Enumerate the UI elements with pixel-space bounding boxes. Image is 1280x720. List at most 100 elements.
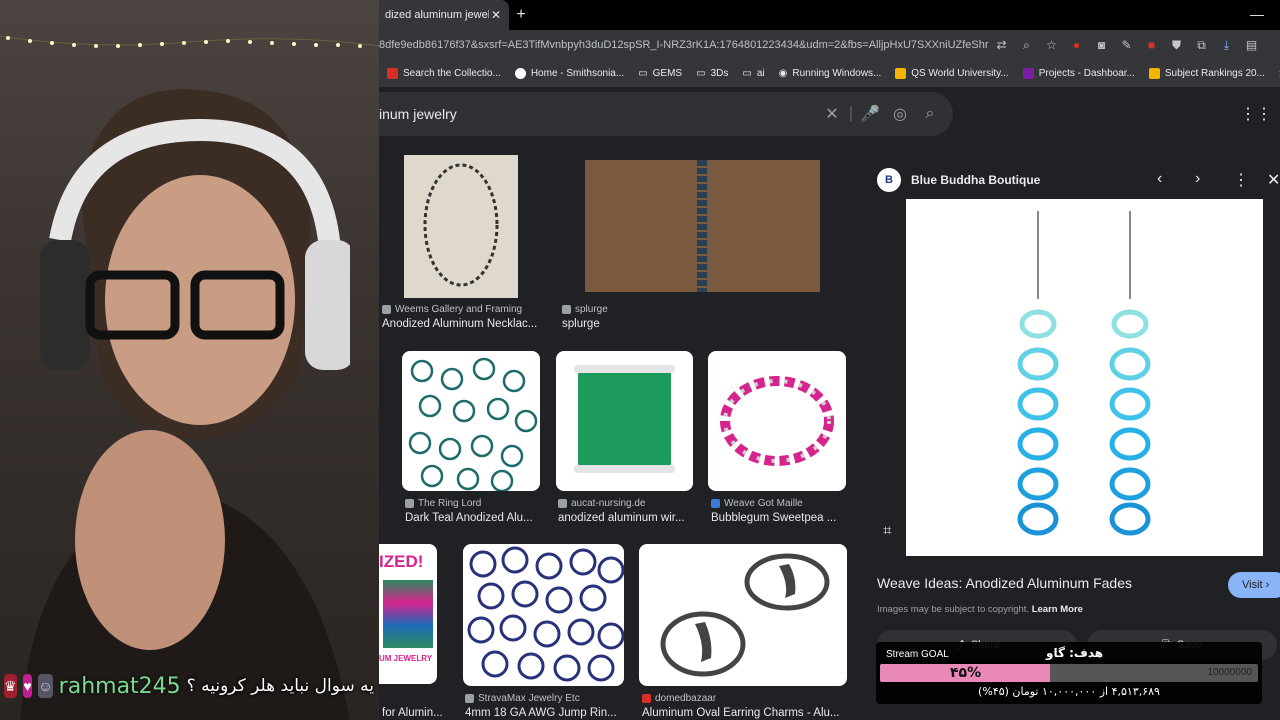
result-thumbnail[interactable] — [402, 351, 540, 491]
result-thumbnail[interactable] — [708, 351, 846, 491]
minimize-button[interactable]: — — [1250, 6, 1264, 22]
more-options-icon[interactable]: ⋮ — [1233, 170, 1249, 190]
learn-more-link[interactable]: Learn More — [1032, 604, 1083, 615]
bracelet-image — [720, 376, 834, 466]
result-source[interactable]: domedbazaar — [642, 693, 716, 704]
source-favicon-icon — [562, 305, 571, 314]
clear-icon[interactable]: ✕ — [817, 104, 847, 124]
side-panel-icon[interactable]: ▤ — [1245, 38, 1258, 52]
search-icon[interactable]: ⌕ — [915, 105, 945, 123]
tab-google-images[interactable]: dized aluminum jewelry - G ✕ — [379, 0, 509, 30]
extension-red-icon[interactable]: ● — [1070, 38, 1083, 52]
folder-icon: ▭ — [742, 68, 752, 79]
toolbar-icons: ⇄ ⌕ ☆ ● ◙ ✎ ■ ⛊ ⧉ ⤓ ▤ — [995, 38, 1258, 52]
search-row: inum jewelry ✕ | 🎤 ◎ ⌕ ⋮⋮ — [379, 92, 1280, 136]
next-icon[interactable]: › — [1195, 170, 1200, 188]
result-caption[interactable]: Aluminum Oval Earring Charms - Alu... — [642, 707, 847, 719]
previous-icon[interactable]: ‹ — [1157, 170, 1162, 188]
earrings-image — [1017, 211, 1151, 536]
bookmark-favicon-icon — [895, 68, 907, 79]
puzzle-extensions-icon[interactable]: ⧉ — [1195, 38, 1208, 52]
goal-target: 10000000 — [1207, 667, 1253, 678]
result-source[interactable]: StravaMax Jewelry Etc — [465, 693, 580, 704]
result-caption[interactable]: for Alumin... — [382, 707, 443, 719]
bookmark-item[interactable]: Projects - Dashboar... — [1022, 68, 1135, 79]
heart-badge-icon: ♥ — [22, 674, 33, 698]
result-thumbnail[interactable]: IZED! UM JEWELRY — [379, 544, 437, 684]
chat-text: یه سوال نباید هلر کرونیه ؟ — [186, 676, 374, 696]
image-preview-panel: B Blue Buddha Boutique ‹ › ⋮ ✕ ⌗ Weave I… — [865, 158, 1280, 720]
bookmark-folder[interactable]: ▭ 3Ds — [696, 68, 728, 79]
tab-title: dized aluminum jewelry - G — [385, 9, 489, 21]
zoom-icon[interactable]: ⌕ — [1020, 38, 1033, 52]
thumbnail-heading: IZED! — [379, 552, 424, 571]
source-favicon-icon — [382, 305, 391, 314]
bookmark-item[interactable]: Subject Rankings 20... — [1148, 68, 1265, 79]
result-caption[interactable]: anodized aluminum wir... — [558, 512, 693, 524]
chat-username: rahmat245 — [58, 673, 181, 699]
fairy-lights — [0, 35, 379, 48]
bookmark-favicon-icon — [514, 68, 526, 79]
tab-close-icon[interactable]: ✕ — [489, 8, 503, 22]
bookmark-star-icon[interactable]: ☆ — [1045, 38, 1058, 52]
goal-label: Stream GOAL — [886, 649, 949, 660]
result-caption[interactable]: Anodized Aluminum Necklac... — [382, 318, 542, 330]
result-thumbnail[interactable] — [556, 351, 693, 491]
bookmark-item[interactable]: Search the Collectio... — [387, 68, 501, 79]
avatar-icon: ☺ — [38, 674, 53, 698]
result-thumbnail[interactable] — [404, 155, 518, 298]
result-caption[interactable]: Bubblegum Sweetpea ... — [711, 512, 846, 524]
result-caption[interactable]: 4mm 18 GA AWG Jump Rin... — [465, 707, 625, 719]
download-icon[interactable]: ⤓ — [1220, 38, 1233, 52]
url-field[interactable]: 8dfe9edb86176f37&sxsrf=AE3TifMvnbpyh3duD… — [379, 39, 989, 51]
result-source[interactable]: Weems Gallery and Framing — [382, 304, 522, 315]
result-source[interactable]: splurge — [562, 304, 608, 315]
address-bar: 8dfe9edb86176f37&sxsrf=AE3TifMvnbpyh3duD… — [379, 30, 1280, 60]
bookmark-item[interactable]: QS World University... — [895, 68, 1009, 79]
browser-window: dized aluminum jewelry - G ✕ + — 8dfe9ed… — [379, 0, 1280, 720]
goal-percent: ۴۵% — [950, 665, 982, 681]
result-caption[interactable]: Dark Teal Anodized Alu... — [405, 512, 540, 524]
result-source[interactable]: aucat-nursing.de — [558, 498, 646, 509]
result-source[interactable]: Weave Got Maille — [711, 498, 803, 509]
site-name[interactable]: Blue Buddha Boutique — [911, 173, 1040, 187]
result-thumbnail[interactable] — [585, 160, 820, 292]
close-panel-icon[interactable]: ✕ — [1267, 170, 1280, 190]
result-thumbnail[interactable] — [463, 544, 624, 686]
lens-icon[interactable]: ◎ — [885, 104, 915, 124]
result-source[interactable]: The Ring Lord — [405, 498, 481, 509]
site-logo: B — [877, 168, 901, 192]
bookmark-item[interactable]: ◉ Running Windows... — [779, 68, 882, 79]
search-input[interactable]: inum jewelry — [379, 106, 817, 122]
bookmark-folder[interactable]: ▭ GEMS — [638, 68, 682, 79]
jump-rings-image — [408, 357, 538, 491]
source-favicon-icon — [558, 499, 567, 508]
result-thumbnail[interactable] — [639, 544, 847, 686]
microphone-icon[interactable]: 🎤 — [855, 104, 885, 124]
folder-icon: ▭ — [696, 68, 706, 79]
bookmarks-bar: Search the Collectio... Home - Smithsoni… — [379, 60, 1280, 88]
pdf-extension-icon[interactable]: ■ — [1145, 38, 1158, 52]
result-caption[interactable]: splurge — [562, 318, 600, 330]
image-title[interactable]: Weave Ideas: Anodized Aluminum Fades — [877, 575, 1132, 591]
webcam-feed: ♛ ♥ ☺ rahmat245 یه سوال نباید هلر کرونیه… — [0, 0, 379, 720]
search-box[interactable]: inum jewelry ✕ | 🎤 ◎ ⌕ — [379, 92, 953, 136]
folder-icon: ▭ — [638, 68, 648, 79]
translate-icon[interactable]: ⇄ — [995, 38, 1008, 52]
google-apps-icon[interactable]: ⋮⋮ — [1240, 104, 1272, 124]
divider: | — [848, 105, 854, 122]
streamer-silhouette — [20, 89, 350, 720]
new-tab-button[interactable]: + — [509, 6, 533, 24]
pen-extension-icon[interactable]: ✎ — [1120, 38, 1133, 52]
preview-image[interactable] — [906, 199, 1263, 556]
necklace-image — [423, 163, 499, 287]
source-favicon-icon — [405, 499, 414, 508]
visual-search-icon[interactable]: ⌗ — [883, 522, 891, 539]
visit-button[interactable]: Visit › — [1228, 572, 1280, 598]
source-favicon-icon — [711, 499, 720, 508]
shield-extension-icon[interactable]: ⛊ — [1170, 38, 1183, 52]
bookmark-item[interactable]: Home - Smithsonia... — [514, 68, 624, 79]
camera-extension-icon[interactable]: ◙ — [1095, 38, 1108, 52]
goal-progress-bar: ۴۵% 10000000 — [880, 664, 1258, 682]
bookmark-folder[interactable]: ▭ ai — [742, 68, 764, 79]
